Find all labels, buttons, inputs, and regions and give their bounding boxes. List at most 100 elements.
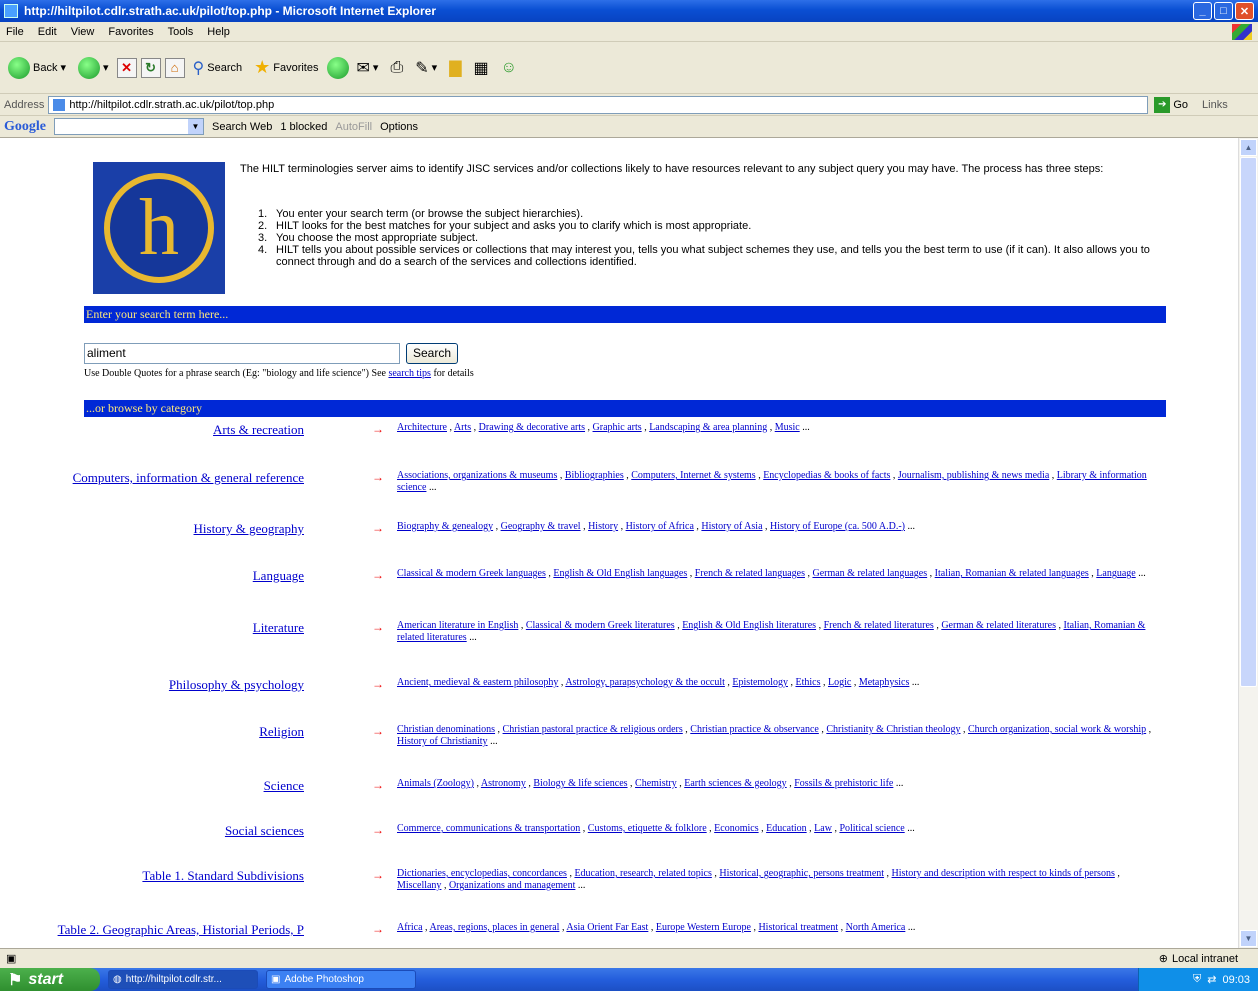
subcategory-link[interactable]: History of Europe (ca. 500 A.D.-) [770, 521, 905, 532]
task-photoshop[interactable]: ▣ Adobe Photoshop [266, 970, 416, 989]
subcategory-link[interactable]: Political science [839, 823, 904, 834]
subcategory-link[interactable]: German & related literatures [941, 620, 1056, 631]
history-icon[interactable] [326, 56, 349, 79]
subcategory-link[interactable]: Graphic arts [593, 422, 642, 433]
search-button[interactable]: ⚲ Search [189, 56, 247, 80]
minimize-button[interactable]: _ [1193, 2, 1212, 20]
subcategory-link[interactable]: North America [846, 922, 906, 933]
search-input[interactable]: aliment [84, 343, 400, 364]
chevron-down-icon[interactable]: ▼ [188, 119, 203, 134]
menu-tools[interactable]: Tools [168, 26, 194, 38]
subcategory-link[interactable]: Law [814, 823, 832, 834]
subcategory-link[interactable]: Dictionaries, encyclopedias, concordance… [397, 868, 567, 879]
menu-file[interactable]: File [6, 26, 24, 38]
category-link[interactable]: Religion [259, 724, 304, 740]
subcategory-link[interactable]: Logic [828, 677, 851, 688]
subcategory-link[interactable]: Christian pastoral practice & religious … [503, 724, 683, 735]
options-button[interactable]: Options [380, 121, 418, 133]
search-submit-button[interactable]: Search [406, 343, 459, 364]
subcategory-link[interactable]: Geography & travel [501, 521, 581, 532]
autofill-button[interactable]: AutoFill [335, 121, 372, 133]
subcategory-link[interactable]: German & related languages [812, 568, 927, 579]
home-icon[interactable]: ⌂ [164, 57, 185, 78]
menu-edit[interactable]: Edit [38, 26, 57, 38]
subcategory-link[interactable]: Asia Orient Far East [566, 922, 648, 933]
subcategory-link[interactable]: History of Christianity [397, 736, 488, 747]
print-button[interactable]: ⎙ [386, 57, 407, 79]
category-link[interactable]: Table 1. Standard Subdivisions [142, 868, 304, 884]
google-search-input[interactable]: ▼ [54, 118, 204, 135]
favorites-button[interactable]: ★ Favorites [250, 55, 322, 80]
subcategory-link[interactable]: Education, research, related topics [574, 868, 711, 879]
subcategory-link[interactable]: Historical treatment [758, 922, 838, 933]
go-button[interactable]: ➔ Go [1154, 96, 1188, 113]
category-link[interactable]: Computers, information & general referen… [73, 470, 304, 486]
subcategory-link[interactable]: Europe Western Europe [656, 922, 751, 933]
popup-blocked-indicator[interactable]: 1 blocked [280, 121, 327, 133]
task-ie[interactable]: ◍ http://hiltpilot.cdlr.str... [108, 970, 258, 989]
scroll-down-icon[interactable]: ▼ [1240, 930, 1257, 947]
subcategory-link[interactable]: Architecture [397, 422, 447, 433]
subcategory-link[interactable]: History [588, 521, 618, 532]
network-icon[interactable]: ⇄ [1207, 973, 1216, 986]
subcategory-link[interactable]: Italian, Romanian & related languages [935, 568, 1089, 579]
subcategory-link[interactable]: Economics [714, 823, 758, 834]
category-link[interactable]: Table 2. Geographic Areas, Historial Per… [58, 922, 304, 938]
stop-icon[interactable]: ✕ [116, 57, 137, 78]
subcategory-link[interactable]: Astrology, parapsychology & the occult [565, 677, 725, 688]
subcategory-link[interactable]: American literature in English [397, 620, 518, 631]
subcategory-link[interactable]: Animals (Zoology) [397, 778, 474, 789]
subcategory-link[interactable]: Historical, geographic, persons treatmen… [719, 868, 884, 879]
subcategory-link[interactable]: Epistemology [732, 677, 788, 688]
subcategory-link[interactable]: Metaphysics [859, 677, 910, 688]
subcategory-link[interactable]: Music [775, 422, 800, 433]
subcategory-link[interactable]: Classical & modern Greek literatures [526, 620, 675, 631]
subcategory-link[interactable]: Ethics [795, 677, 820, 688]
vertical-scrollbar[interactable]: ▲ ▼ [1238, 138, 1258, 948]
category-link[interactable]: Literature [253, 620, 304, 636]
maximize-button[interactable]: □ [1214, 2, 1233, 20]
category-link[interactable]: Arts & recreation [213, 422, 304, 438]
subcategory-link[interactable]: Africa [397, 922, 423, 933]
menu-help[interactable]: Help [207, 26, 230, 38]
subcategory-link[interactable]: Drawing & decorative arts [479, 422, 585, 433]
subcategory-link[interactable]: Ancient, medieval & eastern philosophy [397, 677, 558, 688]
subcategory-link[interactable]: Language [1096, 568, 1135, 579]
subcategory-link[interactable]: Biography & genealogy [397, 521, 493, 532]
subcategory-link[interactable]: Computers, Internet & systems [631, 470, 755, 481]
google-logo[interactable]: Google [4, 119, 46, 135]
subcategory-link[interactable]: Earth sciences & geology [684, 778, 786, 789]
forward-button[interactable]: ▾ [74, 55, 113, 81]
research-button[interactable]: ▦ [470, 56, 493, 80]
subcategory-link[interactable]: Arts [454, 422, 471, 433]
category-link[interactable]: Philosophy & psychology [169, 677, 304, 693]
subcategory-link[interactable]: Bibliographies [565, 470, 624, 481]
subcategory-link[interactable]: Customs, etiquette & folklore [588, 823, 707, 834]
subcategory-link[interactable]: History of Africa [626, 521, 694, 532]
subcategory-link[interactable]: Christian denominations [397, 724, 495, 735]
subcategory-link[interactable]: English & Old English languages [553, 568, 687, 579]
subcategory-link[interactable]: History and description with respect to … [892, 868, 1115, 879]
subcategory-link[interactable]: Journalism, publishing & news media [898, 470, 1049, 481]
subcategory-link[interactable]: Education [766, 823, 807, 834]
address-input[interactable]: http://hiltpilot.cdlr.strath.ac.uk/pilot… [48, 95, 1149, 114]
subcategory-link[interactable]: Organizations and management [449, 880, 575, 891]
messenger-button[interactable]: ☺ [497, 57, 521, 79]
back-button[interactable]: Back ▾ [4, 55, 70, 81]
menu-favorites[interactable]: Favorites [108, 26, 153, 38]
subcategory-link[interactable]: Classical & modern Greek languages [397, 568, 546, 579]
menu-view[interactable]: View [71, 26, 95, 38]
search-tips-link[interactable]: search tips [388, 368, 431, 379]
subcategory-link[interactable]: Church organization, social work & worsh… [968, 724, 1146, 735]
subcategory-link[interactable]: Fossils & prehistoric life [794, 778, 893, 789]
subcategory-link[interactable]: History of Asia [701, 521, 762, 532]
subcategory-link[interactable]: French & related languages [695, 568, 805, 579]
category-link[interactable]: History & geography [194, 521, 304, 537]
mail-button[interactable]: ✉ ▾ [353, 56, 383, 80]
subcategory-link[interactable]: French & related literatures [824, 620, 934, 631]
folder-button[interactable]: ▇ [445, 56, 465, 80]
subcategory-link[interactable]: Encyclopedias & books of facts [763, 470, 890, 481]
subcategory-link[interactable]: Christianity & Christian theology [826, 724, 960, 735]
subcategory-link[interactable]: Christian practice & observance [690, 724, 819, 735]
subcategory-link[interactable]: Landscaping & area planning [649, 422, 767, 433]
